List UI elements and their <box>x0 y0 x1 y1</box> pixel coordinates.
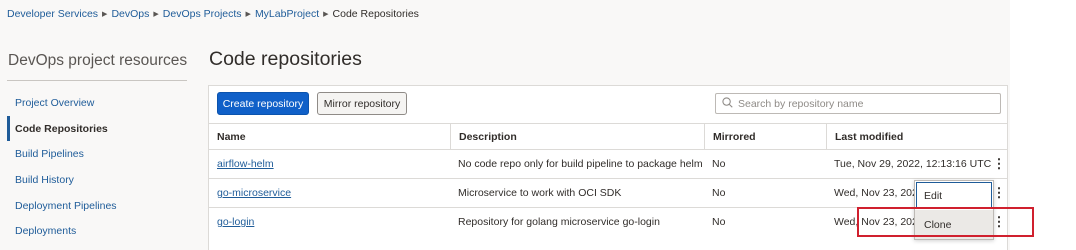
chevron-right-icon: ▶ <box>102 11 108 18</box>
create-repository-button[interactable]: Create repository <box>217 92 309 115</box>
table-row: airflow-helm No code repo only for build… <box>209 149 1007 178</box>
column-header-description[interactable]: Description <box>450 124 704 149</box>
description-cell: Repository for golang microservice go-lo… <box>458 216 660 228</box>
name-cell: airflow-helm <box>209 150 450 178</box>
breadcrumb-mylabproject[interactable]: MyLabProject <box>255 8 319 20</box>
name-cell: go-login <box>209 208 450 236</box>
table-header-row: Name Description Mirrored Last modified <box>209 123 1007 149</box>
mirrored-cell: No <box>712 216 726 228</box>
sidebar-divider <box>7 80 187 81</box>
last-modified-cell: Tue, Nov 29, 2022, 12:13:16 UTC <box>834 158 991 170</box>
chevron-right-icon: ▶ <box>323 11 329 18</box>
chevron-right-icon: ▶ <box>153 11 159 18</box>
row-action-menu: Edit Clone <box>914 180 994 240</box>
breadcrumb-devops[interactable]: DevOps <box>111 8 149 20</box>
sidebar-item-code-repositories[interactable]: Code Repositories <box>7 115 187 142</box>
sidebar-item-build-history[interactable]: Build History <box>7 167 187 193</box>
table-row: go-microservice Microservice to work wit… <box>209 178 1007 207</box>
repo-link[interactable]: go-microservice <box>217 187 291 199</box>
name-cell: go-microservice <box>209 179 450 207</box>
search-input[interactable] <box>738 97 988 110</box>
repo-link[interactable]: airflow-helm <box>217 158 274 170</box>
kebab-menu-icon[interactable]: ⋮ <box>991 150 1007 178</box>
search-box[interactable] <box>715 93 1001 114</box>
breadcrumb-devops-projects[interactable]: DevOps Projects <box>163 8 242 20</box>
mirror-repository-button[interactable]: Mirror repository <box>317 92 407 115</box>
column-header-mirrored[interactable]: Mirrored <box>704 124 826 149</box>
repo-link[interactable]: go-login <box>217 216 254 228</box>
sidebar-title: DevOps project resources <box>8 52 188 69</box>
repositories-table: Name Description Mirrored Last modified … <box>209 123 1007 236</box>
breadcrumb: Developer Services ▶ DevOps ▶ DevOps Pro… <box>7 8 419 20</box>
description-cell: No code repo only for build pipeline to … <box>458 158 704 170</box>
chevron-right-icon: ▶ <box>245 11 251 18</box>
search-icon <box>722 95 733 113</box>
mirrored-cell: No <box>712 187 726 199</box>
column-header-name[interactable]: Name <box>209 124 450 149</box>
menu-item-edit[interactable]: Edit <box>915 181 993 210</box>
sidebar-item-deployments[interactable]: Deployments <box>7 218 187 244</box>
mirrored-cell: No <box>712 158 726 170</box>
page-title: Code repositories <box>209 48 362 70</box>
sidebar-item-project-overview[interactable]: Project Overview <box>7 90 187 116</box>
sidebar-item-build-pipelines[interactable]: Build Pipelines <box>7 141 187 167</box>
description-cell: Microservice to work with OCI SDK <box>458 187 622 199</box>
breadcrumb-developer-services[interactable]: Developer Services <box>7 8 98 20</box>
sidebar-item-deployment-pipelines[interactable]: Deployment Pipelines <box>7 193 187 219</box>
breadcrumb-current: Code Repositories <box>332 8 419 20</box>
column-header-last-modified[interactable]: Last modified <box>826 124 991 149</box>
menu-item-clone[interactable]: Clone <box>915 210 993 239</box>
table-row: go-login Repository for golang microserv… <box>209 207 1007 236</box>
repositories-panel: Create repository Mirror repository Name… <box>208 85 1008 250</box>
sidebar-nav: Project Overview Code Repositories Build… <box>7 90 187 244</box>
